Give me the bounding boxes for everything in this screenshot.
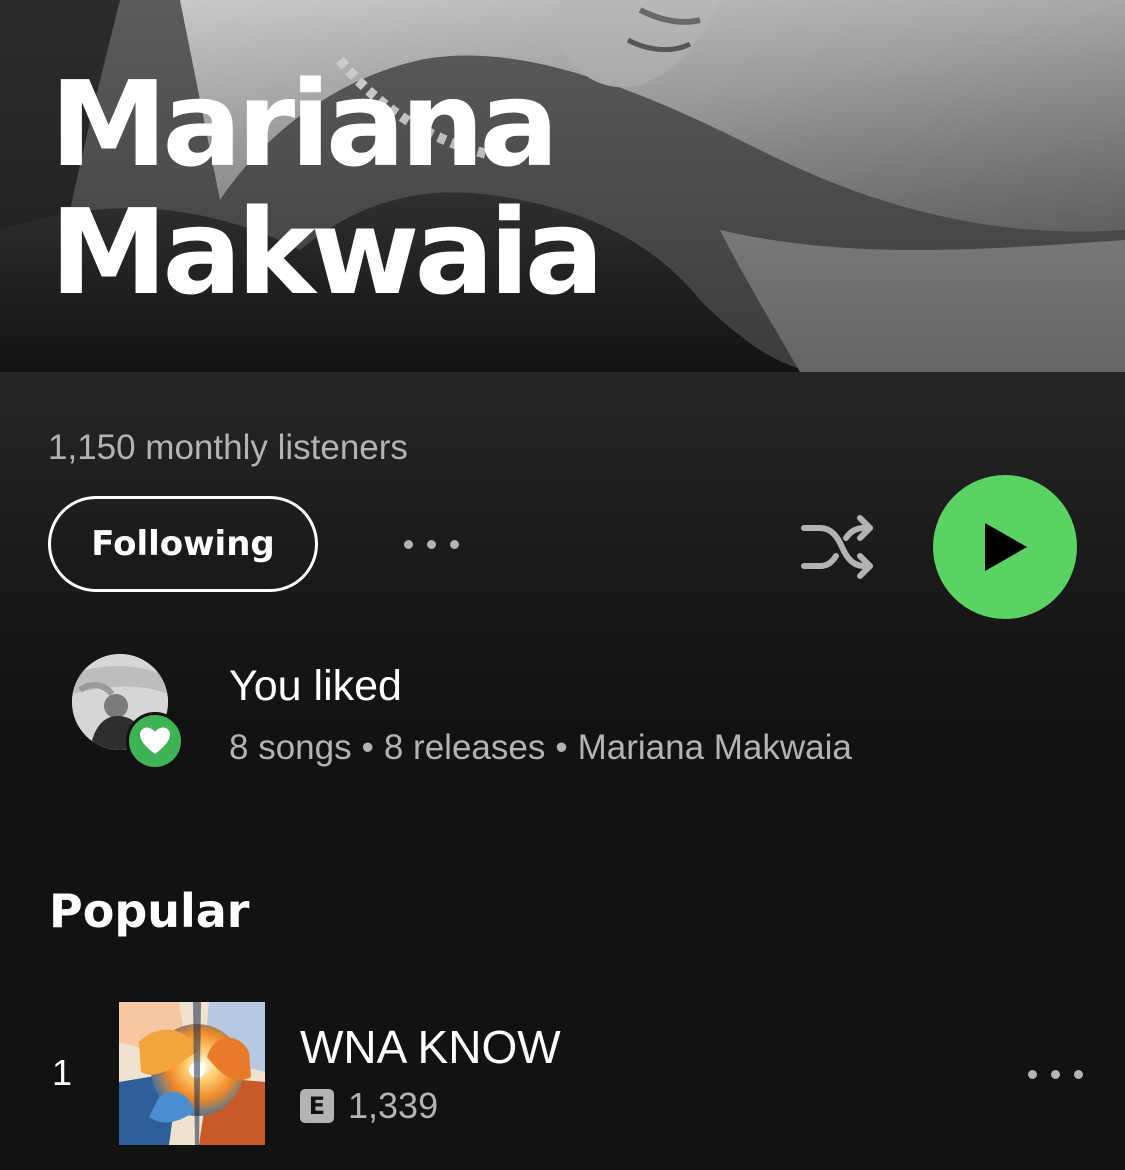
track-play-count: 1,339 (348, 1085, 439, 1126)
play-icon (985, 523, 1027, 571)
track-more-options-button[interactable] (1020, 1056, 1090, 1092)
liked-songs-count: 8 songs (229, 728, 352, 767)
album-art (119, 1002, 265, 1145)
play-button[interactable] (933, 475, 1077, 619)
liked-releases-count: 8 releases (383, 728, 546, 767)
artist-content: 1,150 monthly listeners Following You li… (0, 372, 1125, 1170)
separator: • (555, 728, 568, 767)
shuffle-icon (801, 515, 873, 579)
liked-badge (126, 712, 184, 770)
popular-heading: Popular (49, 884, 250, 938)
shuffle-button[interactable] (798, 512, 878, 582)
liked-artist-name: Mariana Makwaia (577, 728, 852, 767)
monthly-listeners: 1,150 monthly listeners (48, 428, 408, 467)
you-liked-summary: 8 songs • 8 releases • Mariana Makwaia (229, 728, 852, 768)
artist-name-line1: Mariana (50, 55, 559, 193)
more-horizontal-icon (403, 539, 459, 549)
heart-icon (140, 727, 170, 754)
track-cover-art (119, 1002, 265, 1145)
artist-page: Mariana Makwaia 1,150 monthly listeners … (0, 0, 1125, 1170)
artist-header-image: Mariana Makwaia (0, 0, 1125, 372)
you-liked-title[interactable]: You liked (229, 662, 402, 711)
following-button[interactable]: Following (48, 496, 318, 592)
separator: • (361, 728, 374, 767)
explicit-badge: E (300, 1089, 334, 1123)
more-options-button[interactable] (396, 524, 466, 564)
more-horizontal-icon (1027, 1069, 1083, 1079)
track-rank: 1 (52, 1052, 73, 1093)
artist-name-line2: Makwaia (50, 183, 604, 321)
track-title: WNA KNOW (300, 1021, 561, 1073)
table-row[interactable]: 1 WNA KNOW E 1,339 (0, 1000, 1125, 1146)
artist-name: Mariana Makwaia (50, 55, 604, 321)
track-meta: E 1,339 (300, 1085, 438, 1127)
